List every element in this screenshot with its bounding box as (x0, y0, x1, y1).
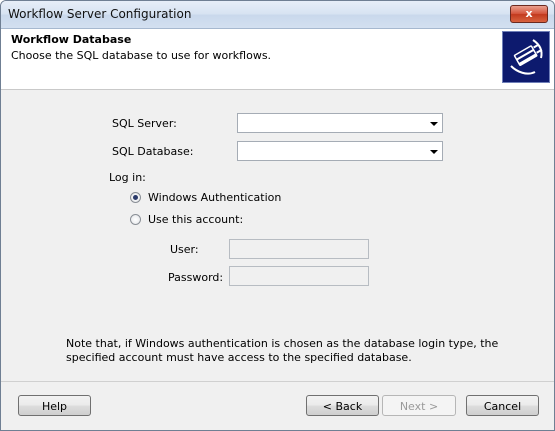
title-bar[interactable]: Workflow Server Configuration x (1, 1, 554, 29)
sql-server-label: SQL Server: (112, 117, 177, 130)
sql-database-label: SQL Database: (112, 145, 194, 158)
use-account-label[interactable]: Use this account: (148, 213, 243, 226)
database-plug-icon (502, 31, 550, 83)
windows-auth-radio[interactable] (130, 192, 141, 203)
next-button[interactable]: Next > (382, 395, 456, 416)
windows-auth-label[interactable]: Windows Authentication (148, 191, 281, 204)
wizard-header: Workflow Database Choose the SQL databas… (1, 29, 554, 90)
chevron-down-icon[interactable] (430, 122, 438, 126)
window-title: Workflow Server Configuration (8, 7, 192, 21)
workflow-config-dialog: Workflow Server Configuration x Workflow… (0, 0, 555, 431)
back-button[interactable]: < Back (306, 395, 379, 416)
page-subtitle: Choose the SQL database to use for workf… (11, 49, 272, 62)
use-account-radio[interactable] (130, 214, 141, 225)
chevron-down-icon[interactable] (430, 150, 438, 154)
radio-selected-dot (133, 195, 138, 200)
help-button[interactable]: Help (18, 395, 91, 416)
user-field[interactable] (229, 239, 369, 259)
sql-database-combobox[interactable] (237, 141, 443, 161)
cancel-button[interactable]: Cancel (466, 395, 539, 416)
close-icon: x (525, 7, 533, 20)
auth-note: Note that, if Windows authentication is … (66, 337, 499, 364)
form-area: SQL Server: SQL Database: Log in: Window… (1, 90, 554, 380)
login-label: Log in: (109, 171, 146, 184)
password-field[interactable] (229, 266, 369, 286)
button-bar: Help < Back Next > Cancel (1, 381, 554, 430)
user-label: User: (170, 243, 199, 256)
close-button[interactable]: x (510, 5, 548, 23)
sql-server-combobox[interactable] (237, 113, 443, 133)
password-label: Password: (168, 271, 224, 284)
page-title: Workflow Database (11, 33, 132, 46)
